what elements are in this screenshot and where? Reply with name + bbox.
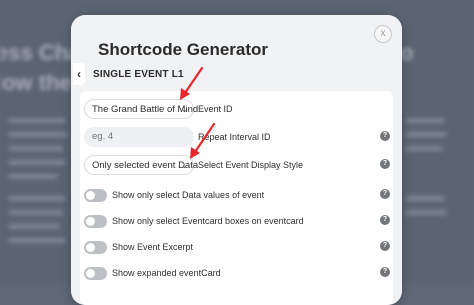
annotation-arrow [180,66,204,100]
annotation-arrow [190,122,216,159]
annotation-arrows [180,66,216,159]
